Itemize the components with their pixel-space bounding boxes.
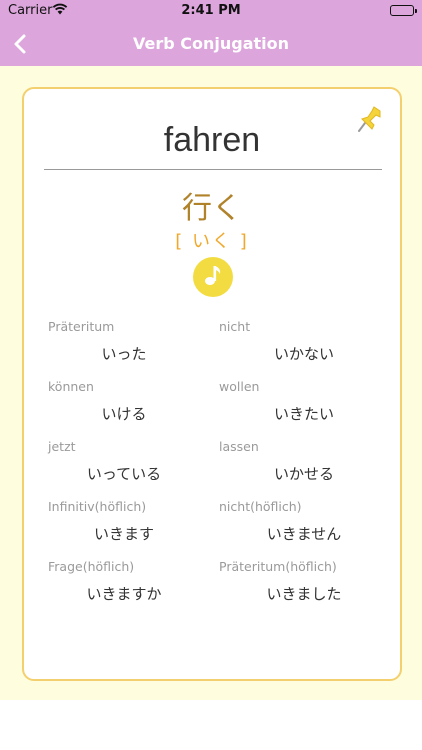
conjugation-item: können いける: [48, 379, 218, 439]
verb-conjugation-screen: Carrier 2:41 PM Verb Conjugation fahren …: [0, 0, 422, 750]
form-value: いっている: [86, 465, 162, 483]
form-value: いった: [101, 345, 147, 363]
conjugation-item: jetzt いっている: [48, 439, 218, 499]
divider: [44, 169, 382, 170]
battery-icon: [390, 5, 417, 16]
form-value: いきました: [266, 585, 342, 603]
navigation-bar: Carrier 2:41 PM Verb Conjugation: [0, 0, 422, 66]
form-label: nicht: [219, 319, 251, 334]
conjugation-item: Präteritum(höflich) いきました: [219, 559, 389, 619]
conjugation-item: Infinitiv(höflich) いきます: [48, 499, 218, 559]
conjugation-row: Frage(höflich) いきますか Präteritum(höflich)…: [48, 559, 388, 619]
conjugation-item: nicht(höflich) いきません: [219, 499, 389, 559]
conjugation-item: Frage(höflich) いきますか: [48, 559, 218, 619]
form-label: jetzt: [48, 439, 76, 454]
conjugation-row: jetzt いっている lassen いかせる: [48, 439, 388, 499]
japanese-kanji: 行く: [182, 191, 242, 226]
conjugation-row: können いける wollen いきたい: [48, 379, 388, 439]
verb-card: fahren 行く [ いく ] Präteritum いった nicht いか…: [22, 87, 402, 681]
form-label: lassen: [219, 439, 259, 454]
page-title: Verb Conjugation: [132, 34, 290, 53]
play-audio-button[interactable]: [193, 257, 233, 297]
form-value: いきます: [93, 525, 154, 543]
form-label: Präteritum: [48, 319, 115, 334]
form-label: wollen: [219, 379, 260, 394]
form-label: Präteritum(höflich): [219, 559, 337, 574]
form-value: いきたい: [273, 405, 334, 423]
form-label: können: [48, 379, 94, 394]
japanese-reading: [ いく ]: [175, 231, 249, 252]
conjugation-row: Infinitiv(höflich) いきます nicht(höflich) い…: [48, 499, 388, 559]
conjugation-row: Präteritum いった nicht いかない: [48, 319, 388, 379]
conjugation-item: lassen いかせる: [219, 439, 389, 499]
form-value: いきますか: [86, 585, 162, 603]
conjugation-item: Präteritum いった: [48, 319, 218, 379]
form-value: いきません: [266, 525, 342, 543]
german-word: fahren: [163, 121, 261, 159]
form-label: Infinitiv(höflich): [48, 499, 147, 514]
form-label: Frage(höflich): [48, 559, 135, 574]
conjugation-grid: Präteritum いった nicht いかない können いける wol…: [48, 319, 388, 619]
conjugation-item: nicht いかない: [219, 319, 389, 379]
status-bar: Carrier 2:41 PM: [0, 0, 422, 24]
conjugation-item: wollen いきたい: [219, 379, 389, 439]
music-note-icon: [202, 263, 224, 291]
form-value: いける: [101, 405, 147, 423]
form-label: nicht(höflich): [219, 499, 302, 514]
form-value: いかせる: [273, 465, 334, 483]
status-time: 2:41 PM: [181, 3, 241, 18]
form-value: いかない: [273, 345, 334, 363]
